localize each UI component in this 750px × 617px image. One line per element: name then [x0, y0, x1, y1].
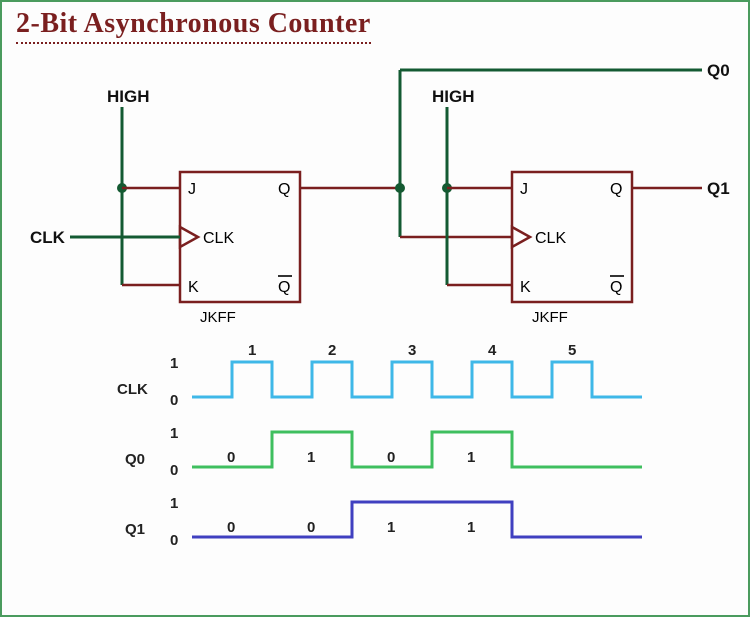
jkff-2: J CLK K Q Q JKFF [512, 172, 632, 326]
diagram-frame: 2-Bit Asynchronous Counter J CLK K Q Q J… [0, 0, 750, 617]
clk-tick-2: 2 [328, 342, 336, 359]
q1-val-0: 0 [227, 519, 235, 536]
q0-waveform [192, 432, 642, 467]
q0-val-3: 1 [467, 449, 475, 466]
q1-level-lo: 0 [170, 532, 178, 549]
q0-val-1: 1 [307, 449, 315, 466]
timing-clk-label: CLK [117, 381, 148, 398]
ff2-qbar-label: Q [610, 276, 624, 296]
q0-val-2: 0 [387, 449, 395, 466]
ff2-clk-label: CLK [535, 230, 566, 247]
q1-val-2: 1 [387, 519, 395, 536]
q1-output-label: Q1 [707, 179, 730, 198]
q0-level-lo: 0 [170, 462, 178, 479]
ff1-caption: JKFF [200, 309, 236, 326]
high-label-2: HIGH [432, 87, 475, 106]
clk-tick-3: 3 [408, 342, 416, 359]
jkff-1: J CLK K Q Q JKFF [180, 172, 300, 326]
q0-val-0: 0 [227, 449, 235, 466]
clk-level-hi: 1 [170, 355, 178, 372]
clk-tick-1: 1 [248, 342, 256, 359]
svg-text:Q: Q [610, 279, 622, 296]
clk-level-lo: 0 [170, 392, 178, 409]
q0-level-hi: 1 [170, 425, 178, 442]
svg-text:Q: Q [278, 279, 290, 296]
ff1-qbar-label: Q [278, 276, 292, 296]
q0-output-label: Q0 [707, 61, 730, 80]
q1-val-1: 0 [307, 519, 315, 536]
clk-waveform [192, 362, 642, 397]
timing-q0-label: Q0 [125, 451, 145, 468]
ff2-k-label: K [520, 279, 531, 296]
q1-val-3: 1 [467, 519, 475, 536]
ff2-caption: JKFF [532, 309, 568, 326]
circuit-svg: J CLK K Q Q JKFF J CLK K Q Q JKFF [2, 2, 748, 615]
q1-level-hi: 1 [170, 495, 178, 512]
clk-tick-5: 5 [568, 342, 576, 359]
ff1-j-label: J [188, 181, 196, 198]
clk-tick-4: 4 [488, 342, 497, 359]
ff2-q-label: Q [610, 181, 622, 198]
q1-waveform [192, 502, 642, 537]
clk-input-label: CLK [30, 228, 66, 247]
ff1-clk-label: CLK [203, 230, 234, 247]
ff2-j-label: J [520, 181, 528, 198]
ff1-k-label: K [188, 279, 199, 296]
high-label-1: HIGH [107, 87, 150, 106]
timing-q1-label: Q1 [125, 521, 145, 538]
ff1-q-label: Q [278, 181, 290, 198]
